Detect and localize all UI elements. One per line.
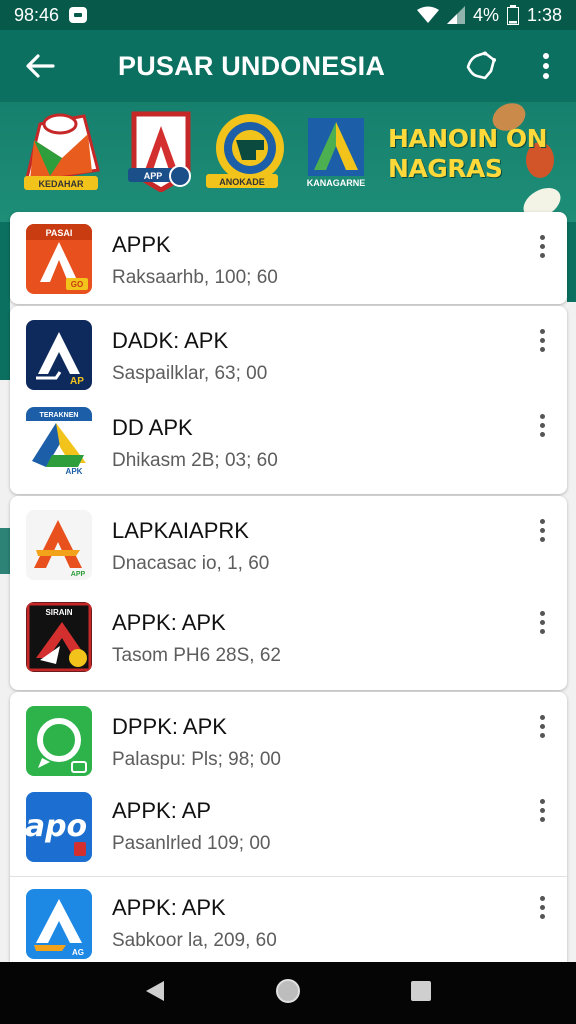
app-icon: apo [26,792,92,862]
app-card: DPPK: APK Palaspu: Pls; 98; 00 apo APPK:… [10,692,567,962]
app-subtitle: Dhikasm 2B; 03; 60 [112,450,278,471]
app-icon: SIRAIN [26,602,92,672]
app-card: AP DADK: APK Saspailklar, 63; 00 TERAKNE… [10,306,567,494]
svg-text:AG: AG [72,948,84,957]
app-subtitle: Pasanlrled 109; 00 [112,833,271,854]
share-button[interactable] [446,30,516,102]
item-more-button[interactable] [527,405,557,445]
share-icon [466,51,496,80]
status-bar: 98:46 4% 1:38 [0,0,576,30]
banner-logo-1: KEDAHAR [22,110,100,192]
list-item[interactable]: DPPK: APK Palaspu: Pls; 98; 00 [10,692,567,784]
back-button[interactable] [0,30,80,102]
app-subtitle: Tasom PH6 28S, 62 [112,645,281,666]
app-name: DPPK: APK [112,714,227,739]
svg-text:ANOKADE: ANOKADE [219,177,265,187]
list-item[interactable]: AG APPK: APK Sabkoor la, 209, 60 [10,876,567,962]
app-subtitle: Palaspu: Pls; 98; 00 [112,749,281,770]
signal-icon [446,6,465,24]
background-strip [567,222,576,302]
banner-promo-line2: NAGRAS [388,154,503,183]
list-item[interactable]: SIRAIN APPK: APK Tasom PH6 28S, 62 [10,596,567,690]
nav-back-icon [146,980,165,1001]
svg-text:apo: apo [26,809,87,844]
svg-text:SIRAIN: SIRAIN [45,608,72,617]
app-subtitle: Raksaarhb, 100; 60 [112,267,278,288]
nav-home-button[interactable] [275,978,301,1009]
arrow-left-icon [26,54,55,78]
app-subtitle: Saspailklar, 63; 00 [112,363,268,384]
notification-icon [69,7,88,23]
app-bar: PUSAR UNDONESIA [0,30,576,102]
banner-promo-text: HANOIN ON NAGRAS [388,124,548,184]
overflow-menu-button[interactable] [516,30,576,102]
svg-text:AP: AP [70,376,84,387]
list-item[interactable]: TERAKNEN APK DD APK Dhikasm 2B; 03; 60 [10,399,567,492]
svg-text:APP: APP [71,571,86,578]
item-more-button[interactable] [527,706,557,746]
app-card: APP LAPKAIAPRK Dnacasac io, 1, 60 SIRAIN… [10,496,567,690]
app-subtitle: Sabkoor la, 209, 60 [112,930,277,951]
list-item[interactable]: APP LAPKAIAPRK Dnacasac io, 1, 60 [10,496,567,596]
list-item[interactable]: apo APPK: AP Pasanlrled 109; 00 [10,784,567,876]
svg-text:PASAI: PASAI [46,228,73,238]
banner-promo-line1: HANOIN ON [388,124,548,153]
background-strip [0,528,10,574]
svg-text:KEDAHAR: KEDAHAR [39,179,85,189]
nav-recents-button[interactable] [410,980,432,1007]
banner-logo-3: ANOKADE [206,110,284,192]
item-more-button[interactable] [527,602,557,642]
app-name: LAPKAIAPRK [112,518,249,543]
list-item[interactable]: PASAI GO APPK Raksaarhb, 100; 60 [10,212,567,304]
app-name: DADK: APK [112,328,229,353]
item-more-button[interactable] [527,320,557,360]
status-time-left: 98:46 [14,4,60,25]
app-icon: AP [26,320,92,390]
svg-text:KANAGARNE: KANAGARNE [307,178,366,188]
app-icon: APP [26,510,92,580]
svg-text:APK: APK [66,467,83,476]
page-title: PUSAR UNDONESIA [118,50,386,81]
item-more-button[interactable] [527,226,557,266]
app-name: APPK [112,232,171,257]
banner-logo-2: APP [126,110,204,193]
svg-text:TERAKNEN: TERAKNEN [40,412,79,419]
item-more-button[interactable] [527,887,557,927]
wifi-icon [416,6,439,23]
battery-percent: 4% [472,4,499,25]
app-icon [26,706,92,776]
system-nav-bar [0,962,576,1024]
battery-icon [506,5,519,25]
app-card: PASAI GO APPK Raksaarhb, 100; 60 [10,212,567,304]
app-name: APPK: AP [112,798,212,823]
app-name: APPK: APK [112,895,226,920]
app-name: DD APK [112,415,193,440]
app-name: APPK: APK [112,610,226,635]
item-more-button[interactable] [527,790,557,830]
svg-text:APP: APP [144,171,163,181]
background-strip [0,222,10,380]
item-more-button[interactable] [527,510,557,550]
svg-text:GO: GO [71,280,83,289]
nav-home-icon [275,978,300,1003]
app-icon: TERAKNEN APK [26,407,92,477]
more-vert-icon [543,53,549,79]
list-item[interactable]: AP DADK: APK Saspailklar, 63; 00 [10,306,567,399]
promo-banner[interactable]: KEDAHAR APP ANOKADE KANAGARNE HANOIN ON … [0,102,576,222]
nav-back-button[interactable] [144,979,166,1008]
app-subtitle: Dnacasac io, 1, 60 [112,553,270,574]
app-icon: PASAI GO [26,224,92,294]
status-time-right: 1:38 [526,4,562,25]
app-icon: AG [26,889,92,959]
nav-recents-icon [410,980,431,1001]
banner-logo-4: KANAGARNE [300,110,372,192]
